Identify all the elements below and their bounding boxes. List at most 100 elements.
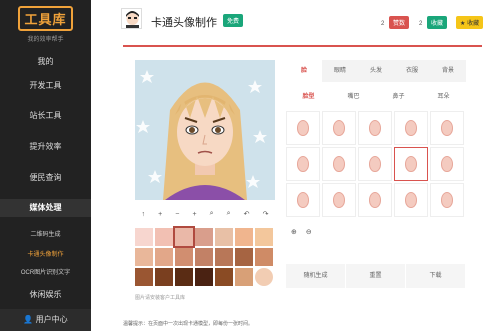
user-icon: 👤	[23, 315, 34, 324]
subtab-nose[interactable]: 鼻子	[376, 90, 421, 105]
color-swatch[interactable]	[195, 228, 213, 246]
preview-caption: 图片请安装客户工具库	[135, 295, 186, 301]
face-shape-icon	[297, 156, 309, 172]
color-swatch[interactable]	[215, 228, 233, 246]
remove-icon[interactable]: −	[175, 211, 179, 218]
favorite-pill: ★ 收藏	[456, 16, 484, 29]
user-center-label: 用户中心	[35, 315, 68, 324]
sidebar-subitem-cartoon-avatar[interactable]: 卡通头像制作	[0, 249, 91, 258]
face-shape-option[interactable]	[286, 147, 320, 181]
header-divider	[123, 45, 482, 47]
user-center-button[interactable]: 👤 用户中心	[0, 309, 91, 331]
tool-avatar	[121, 8, 142, 29]
face-shape-icon	[441, 192, 453, 208]
favorite-button[interactable]: ★ 收藏	[453, 16, 484, 29]
zoom-in-icon[interactable]: ⌕	[210, 210, 214, 218]
subtab-mouth[interactable]: 嘴巴	[331, 90, 376, 105]
redo-icon[interactable]: ↷	[263, 210, 269, 218]
logo-text: 工具库	[18, 6, 73, 31]
color-swatch[interactable]	[215, 268, 233, 286]
color-swatch[interactable]	[155, 268, 173, 286]
collect-pill: 收藏	[427, 16, 448, 29]
zoom-out-icon[interactable]: ⌕	[227, 210, 231, 218]
category-tabs: 脸 眼睛 头发 衣服 背景	[286, 60, 466, 82]
face-shape-option[interactable]	[394, 111, 428, 145]
color-swatch[interactable]	[135, 268, 153, 286]
face-shape-option[interactable]	[286, 111, 320, 145]
color-swatch[interactable]	[135, 248, 153, 266]
face-shape-icon	[405, 156, 417, 172]
sidebar-item-mine[interactable]: 我的	[0, 55, 91, 69]
face-shape-option[interactable]	[322, 183, 356, 217]
grid-zoom-controls: ⊕ ⊖	[291, 228, 312, 236]
color-swatch[interactable]	[235, 248, 253, 266]
sidebar: 工具库 我的效率帮手 我的 开发工具 站长工具 提升效率 便民查询 媒体处理 二…	[0, 0, 91, 331]
color-swatch[interactable]	[255, 228, 273, 246]
add-layer-icon[interactable]: +	[192, 211, 196, 218]
sidebar-subitem-ocr[interactable]: OCR图片识别文字	[0, 267, 91, 276]
zoom-in-icon[interactable]: ⊕	[291, 228, 297, 236]
sidebar-item-dev-tools[interactable]: 开发工具	[0, 79, 91, 93]
tab-clothes[interactable]: 衣服	[394, 60, 430, 82]
star-icon: ★	[460, 21, 466, 27]
color-swatch[interactable]	[195, 268, 213, 286]
random-generate-button[interactable]: 随机生成	[286, 264, 345, 288]
color-swatch[interactable]	[155, 248, 173, 266]
color-swatch[interactable]	[175, 268, 193, 286]
color-swatch[interactable]	[155, 228, 173, 246]
face-shape-option[interactable]	[430, 183, 464, 217]
color-swatch[interactable]	[215, 248, 233, 266]
tab-face[interactable]: 脸	[286, 60, 322, 82]
face-shape-option[interactable]	[358, 111, 392, 145]
add-icon[interactable]: +	[158, 211, 162, 218]
color-swatch[interactable]	[255, 248, 273, 266]
tab-hair[interactable]: 头发	[358, 60, 394, 82]
face-shape-option[interactable]	[322, 111, 356, 145]
favorite-label: 收藏	[467, 21, 480, 27]
face-shape-grid	[286, 111, 466, 217]
sidebar-item-webmaster-tools[interactable]: 站长工具	[0, 109, 91, 123]
color-swatch[interactable]	[255, 268, 273, 286]
face-shape-option[interactable]	[430, 147, 464, 181]
face-shape-icon	[405, 192, 417, 208]
footer-tip: 温馨提示：在页面中一次出现卡通模型，即每份一张时间。	[123, 321, 254, 327]
logo[interactable]: 工具库 我的效率帮手	[0, 6, 91, 43]
face-shape-icon	[333, 192, 345, 208]
color-swatch[interactable]	[235, 228, 253, 246]
color-swatch[interactable]	[135, 228, 153, 246]
face-shape-option[interactable]	[394, 147, 428, 181]
color-swatch[interactable]	[173, 226, 195, 248]
color-swatch[interactable]	[175, 248, 193, 266]
subtab-ears[interactable]: 耳朵	[421, 90, 466, 105]
face-shape-option[interactable]	[394, 183, 428, 217]
face-shape-option[interactable]	[358, 147, 392, 181]
sidebar-item-leisure[interactable]: 休闲娱乐	[0, 289, 91, 301]
collect-count: 2	[419, 21, 423, 27]
sidebar-item-query[interactable]: 便民查询	[0, 171, 91, 185]
tab-eyes[interactable]: 眼睛	[322, 60, 358, 82]
face-shape-option[interactable]	[322, 147, 356, 181]
face-shape-option[interactable]	[358, 183, 392, 217]
face-shape-option[interactable]	[430, 111, 464, 145]
reset-button[interactable]: 重置	[346, 264, 405, 288]
collect-stat[interactable]: 2 收藏	[419, 16, 448, 29]
face-shape-icon	[441, 120, 453, 136]
move-up-icon[interactable]: ↑	[142, 211, 146, 218]
sidebar-subitem-qrcode[interactable]: 二维码生成	[0, 229, 91, 238]
face-shape-icon	[369, 120, 381, 136]
sidebar-item-efficiency[interactable]: 提升效率	[0, 140, 91, 154]
sidebar-item-media[interactable]: 媒体处理	[0, 199, 91, 217]
tab-background[interactable]: 背景	[430, 60, 466, 82]
face-shape-icon	[297, 120, 309, 136]
face-shape-option[interactable]	[286, 183, 320, 217]
avatar-preview	[135, 60, 275, 200]
download-button[interactable]: 下载	[406, 264, 465, 288]
color-swatch[interactable]	[235, 268, 253, 286]
likes-stat[interactable]: 2 赞数	[381, 16, 410, 29]
zoom-out-icon[interactable]: ⊖	[306, 228, 312, 236]
undo-icon[interactable]: ↶	[244, 210, 250, 218]
subtab-face-shape[interactable]: 脸型	[286, 90, 331, 105]
face-shape-icon	[297, 192, 309, 208]
face-shape-icon	[369, 156, 381, 172]
color-swatch[interactable]	[195, 248, 213, 266]
